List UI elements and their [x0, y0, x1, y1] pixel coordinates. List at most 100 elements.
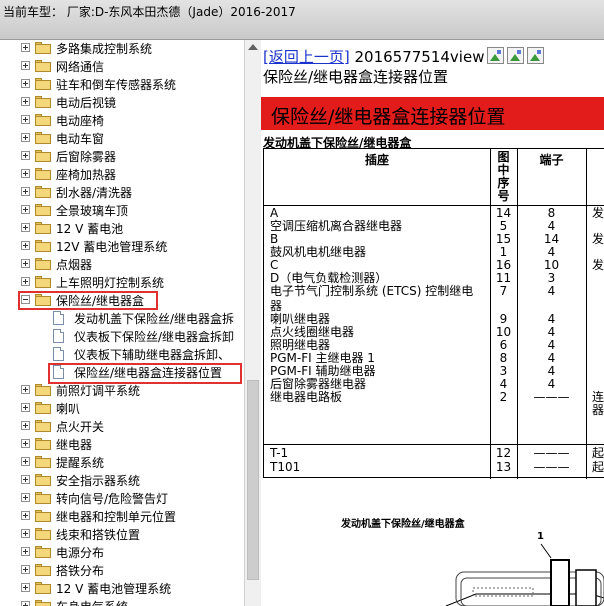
expand-icon[interactable]: [21, 43, 30, 52]
image-icon[interactable]: [527, 47, 545, 64]
tree-item[interactable]: 安全指示器系统: [0, 471, 244, 489]
document-icon: [53, 347, 64, 361]
tree-item[interactable]: 搭铁分布: [0, 561, 244, 579]
folder-icon: [35, 258, 51, 270]
tree-item[interactable]: 座椅加热器: [0, 165, 244, 183]
note-cell: 起: [592, 446, 604, 460]
tree-item-label: 刮水器/清洗器: [56, 186, 133, 200]
folder-icon: [35, 78, 51, 90]
socket-cell: 空调压缩机离合器继电器: [270, 219, 403, 233]
expand-icon[interactable]: [21, 277, 30, 286]
tree-item[interactable]: 继电器和控制单元位置: [0, 507, 244, 525]
expand-icon[interactable]: [21, 475, 30, 484]
col-header-socket: 插座: [364, 153, 389, 167]
tree-item[interactable]: 点火开关: [0, 417, 244, 435]
folder-icon: [35, 474, 51, 486]
tree-item-label: 电动后视镜: [56, 96, 117, 110]
expand-icon[interactable]: [21, 529, 30, 538]
tree-item[interactable]: 提醒系统: [0, 453, 244, 471]
document-icon: [53, 311, 64, 325]
tree-item[interactable]: 喇叭: [0, 399, 244, 417]
tree-item-label: 12V 蓄电池管理系统: [56, 240, 168, 254]
expand-icon[interactable]: [21, 511, 30, 520]
expand-icon[interactable]: [21, 259, 30, 268]
image-icon[interactable]: [487, 47, 505, 64]
expand-icon[interactable]: [21, 403, 30, 412]
tree-item-label: 线束和搭铁位置: [56, 528, 141, 542]
expand-icon[interactable]: [21, 493, 30, 502]
back-link[interactable]: [返回上一页]: [263, 48, 350, 66]
expand-icon[interactable]: [21, 151, 30, 160]
tree-item[interactable]: 电动座椅: [0, 111, 244, 129]
expand-icon[interactable]: [21, 97, 30, 106]
tree-item[interactable]: 电源分布: [0, 543, 244, 561]
document-nav: [返回上一页] 2016577514view: [263, 46, 545, 67]
folder-icon: [35, 546, 51, 558]
expand-icon[interactable]: [21, 583, 30, 592]
tree-scrollbar[interactable]: [244, 40, 261, 606]
expand-icon[interactable]: [21, 79, 30, 88]
fuse-box-diagram: 发动机盖下保险丝/继电器盒 1: [261, 500, 604, 606]
tree-item[interactable]: 多路集成控制系统: [0, 40, 244, 57]
socket-cell: T-1: [270, 446, 289, 460]
folder-icon: [35, 186, 51, 198]
note-cell: 器: [592, 403, 604, 417]
fig-no-cell: 2: [499, 390, 508, 404]
image-icon[interactable]: [507, 47, 525, 64]
tree-item[interactable]: 线束和搭铁位置: [0, 525, 244, 543]
tree-item-label: 网络通信: [56, 60, 105, 74]
expand-icon[interactable]: [21, 439, 30, 448]
note-cell: 发: [592, 258, 604, 272]
folder-icon: [35, 384, 51, 396]
tree-child-item[interactable]: 仪表板下保险丝/继电器盒拆卸: [0, 327, 244, 345]
tree-item[interactable]: 12 V 蓄电池管理系统: [0, 579, 244, 597]
tree-item[interactable]: 点烟器: [0, 255, 244, 273]
tree-item[interactable]: 12V 蓄电池管理系统: [0, 237, 244, 255]
folder-icon: [35, 456, 51, 468]
expand-icon[interactable]: [21, 601, 30, 606]
expand-icon[interactable]: [21, 133, 30, 142]
tree-item[interactable]: 上车照明灯控制系统: [0, 273, 244, 291]
expand-icon[interactable]: [21, 61, 30, 70]
expand-icon[interactable]: [21, 457, 30, 466]
tree-item-label: 上车照明灯控制系统: [56, 276, 165, 290]
tree-item[interactable]: 转向信号/危险警告灯: [0, 489, 244, 507]
window-title-bar: 当前车型： 厂家:D-东风本田杰德（Jade）2016-2017: [0, 0, 604, 40]
tree-item-label: 安全指示器系统: [56, 474, 141, 488]
expand-icon[interactable]: [21, 241, 30, 250]
folder-icon: [35, 150, 51, 162]
expand-icon[interactable]: [21, 421, 30, 430]
tree-item[interactable]: 驻车和倒车传感器系统: [0, 75, 244, 93]
tree-child-item[interactable]: 仪表板下辅助继电器盒拆卸、: [0, 345, 244, 363]
expand-icon[interactable]: [21, 223, 30, 232]
expand-icon[interactable]: [21, 205, 30, 214]
tree-item[interactable]: 网络通信: [0, 57, 244, 75]
expand-icon[interactable]: [21, 565, 30, 574]
tree-item[interactable]: 车身电气系统: [0, 597, 244, 606]
tree-item[interactable]: 刮水器/清洗器: [0, 183, 244, 201]
expand-icon[interactable]: [21, 547, 30, 556]
tree-item[interactable]: 前照灯调平系统: [0, 381, 244, 399]
folder-icon: [35, 42, 51, 54]
tree-child-item[interactable]: 发动机盖下保险丝/继电器盒拆: [0, 309, 244, 327]
terminal-cell: ———: [533, 390, 570, 404]
expand-icon[interactable]: [21, 115, 30, 124]
scrollbar-thumb[interactable]: [247, 380, 259, 580]
tree-item[interactable]: 继电器: [0, 435, 244, 453]
tree-item[interactable]: 电动车窗: [0, 129, 244, 147]
document-icon: [53, 329, 64, 343]
tree-item-label: 继电器和控制单元位置: [56, 510, 177, 524]
window-title: 当前车型： 厂家:D-东风本田杰德（Jade）2016-2017: [3, 5, 296, 19]
expand-icon[interactable]: [21, 385, 30, 394]
fig-no-cell: 7: [499, 284, 508, 298]
expand-icon[interactable]: [21, 187, 30, 196]
scroll-up-arrow-icon[interactable]: [248, 44, 258, 50]
tree-item[interactable]: 12 V 蓄电池: [0, 219, 244, 237]
tree-item-label: 点烟器: [56, 258, 93, 272]
document-id: 2016577514view: [349, 48, 485, 66]
expand-icon[interactable]: [21, 169, 30, 178]
tree-item[interactable]: 电动后视镜: [0, 93, 244, 111]
tree-item[interactable]: 后窗除雾器: [0, 147, 244, 165]
navigation-tree[interactable]: 多路集成控制系统网络通信 驻车和倒车传感器系统电动后视镜 电动座椅 电动车窗 后窗除雾器…: [0, 40, 244, 606]
tree-item[interactable]: 全景玻璃车顶: [0, 201, 244, 219]
